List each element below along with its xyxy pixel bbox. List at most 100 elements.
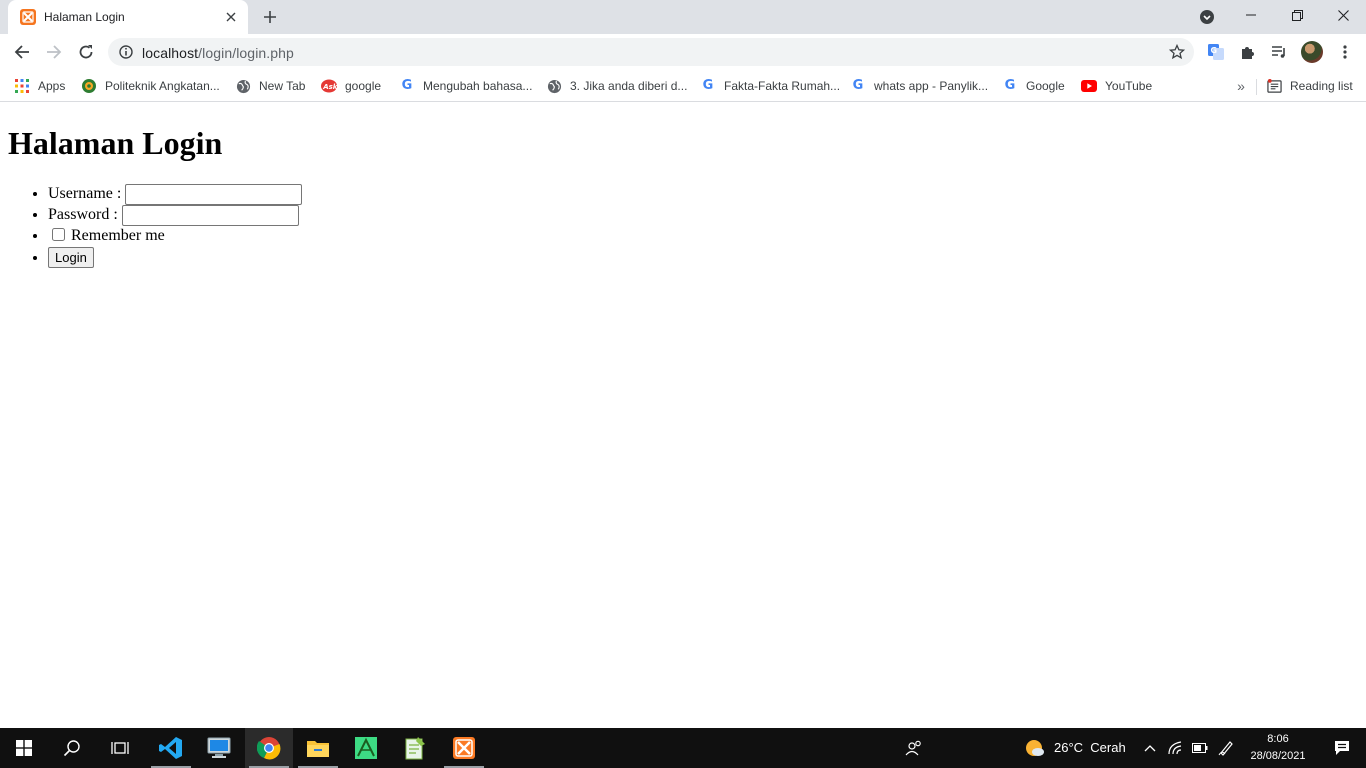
remote-desktop-icon[interactable]: [195, 728, 243, 768]
chrome-icon[interactable]: [245, 728, 293, 768]
login-form: Username : Password : Remember me Login: [8, 183, 303, 268]
browser-toolbar: localhost/login/login.php G: [0, 34, 1366, 70]
bookmark-label: Mengubah bahasa...: [423, 79, 533, 93]
restore-icon[interactable]: [1274, 0, 1320, 30]
emblem-icon: [81, 78, 97, 94]
tab-close-icon[interactable]: [222, 8, 240, 26]
tab-strip: Halaman Login: [0, 0, 1366, 34]
weather-sun-icon[interactable]: [1012, 728, 1058, 768]
bookmark-label: 3. Jika anda diberi d...: [570, 79, 688, 93]
google-icon: G: [401, 78, 413, 93]
browser-menu-icon[interactable]: [1335, 42, 1355, 62]
browser-tab[interactable]: Halaman Login: [8, 0, 248, 34]
notification-center-icon[interactable]: [1318, 728, 1366, 768]
clock-date: 28/08/2021: [1250, 750, 1306, 762]
address-bar[interactable]: localhost/login/login.php: [108, 38, 1194, 66]
clock[interactable]: 8:06 28/08/2021: [1240, 731, 1316, 765]
bookmarks-bar: Apps Politeknik Angkatan... New Tab Ask …: [0, 70, 1366, 102]
bookmark-label: google: [345, 79, 382, 93]
tab-search-icon[interactable]: [1197, 7, 1217, 27]
page-title: Halaman Login: [8, 125, 223, 161]
xampp-favicon-icon: [20, 9, 36, 25]
bookmark-star-icon[interactable]: [1168, 43, 1186, 61]
more-bookmarks-chevron-icon[interactable]: »: [1233, 76, 1249, 96]
bookmark-label: Politeknik Angkatan...: [105, 79, 220, 93]
bookmark-label: Google: [1026, 79, 1065, 93]
task-view-icon[interactable]: [96, 728, 144, 768]
weather-condition: Cerah: [1090, 740, 1126, 755]
bookmark-politeknik[interactable]: Politeknik Angkatan...: [81, 76, 220, 96]
login-row: Login: [48, 246, 302, 268]
bookmark-new-tab[interactable]: New Tab: [235, 76, 305, 96]
vscode-icon[interactable]: [147, 728, 195, 768]
bookmark-label: New Tab: [259, 79, 306, 93]
url-path: /login/login.php: [198, 45, 294, 61]
people-icon[interactable]: [890, 728, 938, 768]
bookmark-jika-anda[interactable]: 3. Jika anda diberi d...: [546, 76, 687, 96]
bookmark-fakta-fakta[interactable]: G Fakta-Fakta Rumah...: [700, 76, 840, 96]
bookmark-google-ask[interactable]: Ask google: [321, 76, 381, 96]
wifi-icon[interactable]: [1164, 728, 1188, 768]
username-label: Username :: [48, 185, 122, 202]
remember-row: Remember me: [48, 225, 302, 246]
media-queue-icon[interactable]: [1269, 42, 1289, 62]
username-row: Username :: [48, 183, 303, 205]
xampp-icon[interactable]: [440, 728, 488, 768]
back-arrow-icon[interactable]: [8, 38, 36, 66]
remember-me-checkbox[interactable]: [52, 228, 65, 241]
reload-icon[interactable]: [72, 38, 100, 66]
bookmark-apps[interactable]: Apps: [14, 76, 65, 96]
forward-arrow-icon[interactable]: [40, 38, 68, 66]
bookmark-google[interactable]: G Google: [1002, 76, 1065, 96]
bookmark-label: Apps: [38, 79, 66, 93]
bookmarks-divider: [1256, 79, 1257, 95]
window-close-icon[interactable]: [1320, 0, 1366, 30]
tray-chevron-up-icon[interactable]: [1138, 728, 1162, 768]
search-icon[interactable]: [48, 728, 96, 768]
username-input[interactable]: [125, 183, 303, 205]
bookmark-youtube[interactable]: YouTube: [1081, 76, 1152, 96]
url-host: localhost: [142, 45, 199, 61]
svg-text:G: G: [1211, 46, 1218, 55]
svg-text:Ask: Ask: [322, 83, 337, 91]
file-explorer-icon[interactable]: [294, 728, 342, 768]
youtube-icon: [1081, 78, 1097, 94]
taskbar: 26°C Cerah 8:06 28/08/2021: [0, 728, 1366, 768]
new-tab-button[interactable]: [258, 6, 282, 28]
pen-ink-icon[interactable]: [1214, 728, 1238, 768]
bookmark-whats-app[interactable]: G whats app - Panylik...: [850, 76, 988, 96]
page-viewport: Halaman Login Username : Password : Reme…: [0, 103, 1366, 728]
site-info-icon[interactable]: [118, 44, 134, 60]
reading-list-button[interactable]: Reading list: [1266, 76, 1353, 96]
google-icon: G: [852, 78, 864, 93]
remember-me-label[interactable]: Remember me: [71, 227, 165, 244]
weather-widget[interactable]: 26°C Cerah: [1054, 740, 1126, 755]
url-text: localhost/login/login.php: [142, 45, 294, 61]
password-label: Password :: [48, 206, 118, 223]
bookmark-label: whats app - Panylik...: [874, 79, 989, 93]
password-row: Password :: [48, 204, 302, 226]
apps-grid-icon: [14, 78, 30, 94]
minimize-icon[interactable]: [1228, 0, 1274, 30]
reading-list-label: Reading list: [1290, 79, 1353, 93]
bookmark-label: Fakta-Fakta Rumah...: [724, 79, 841, 93]
google-icon: G: [702, 78, 714, 93]
windows-start-icon[interactable]: [0, 728, 48, 768]
extensions-puzzle-icon[interactable]: [1238, 42, 1258, 62]
android-studio-icon[interactable]: [342, 728, 390, 768]
globe-icon: [235, 78, 251, 94]
notepad-plus-icon[interactable]: [391, 728, 439, 768]
password-input[interactable]: [121, 204, 299, 226]
ask-icon: Ask: [321, 78, 337, 94]
bookmark-mengubah-bahasa[interactable]: G Mengubah bahasa...: [399, 76, 533, 96]
reading-list-icon: [1266, 78, 1282, 94]
login-button[interactable]: Login: [48, 247, 94, 268]
google-translate-icon[interactable]: G: [1206, 42, 1226, 62]
weather-temp: 26°C: [1054, 740, 1084, 755]
battery-icon[interactable]: [1188, 728, 1212, 768]
bookmark-label: YouTube: [1105, 79, 1153, 93]
tab-title: Halaman Login: [44, 10, 125, 24]
clock-time: 8:06: [1267, 733, 1289, 745]
profile-avatar[interactable]: [1301, 41, 1323, 63]
globe-icon: [546, 78, 562, 94]
